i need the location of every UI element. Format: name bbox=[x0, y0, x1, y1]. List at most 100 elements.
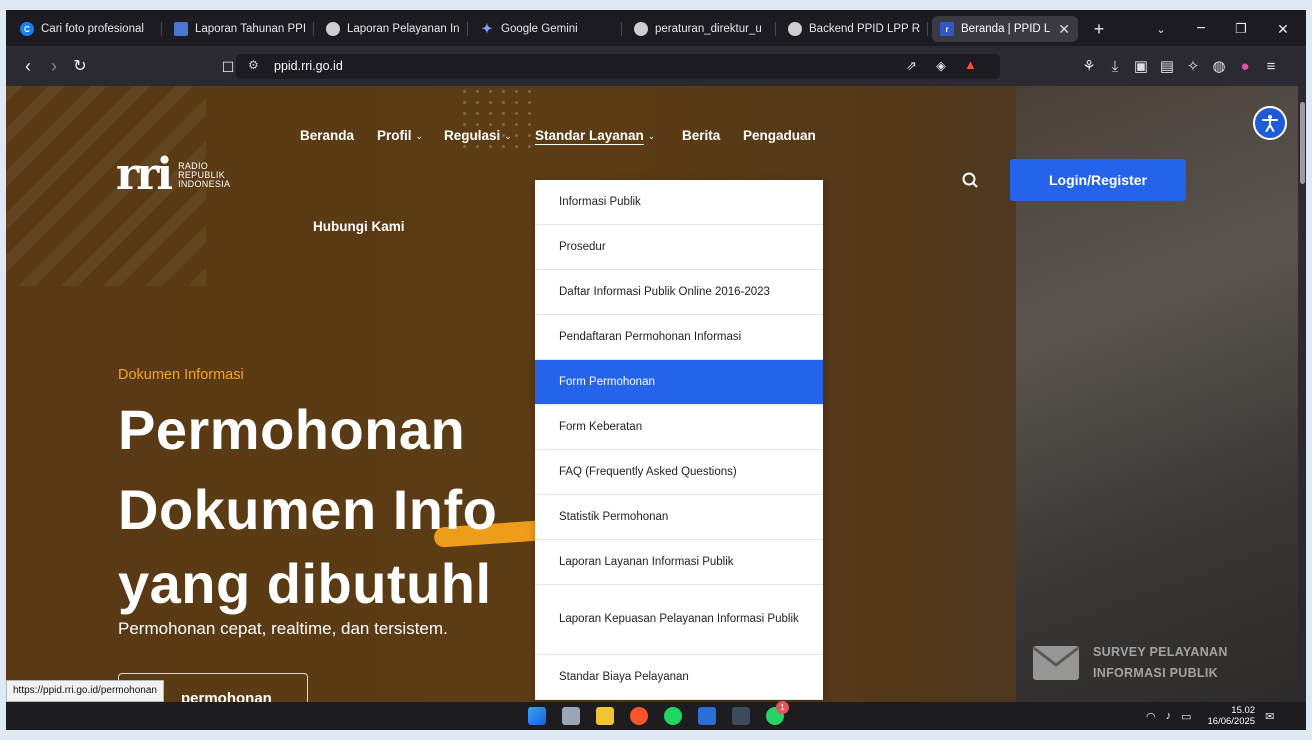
brave-rewards-icon[interactable]: ▲ bbox=[964, 57, 977, 72]
document-icon bbox=[174, 22, 188, 36]
brave-shield-icon[interactable]: ◈ bbox=[936, 58, 946, 74]
dropdown-item-form-permohonan[interactable]: Form Permohonan bbox=[535, 360, 823, 405]
forward-button[interactable]: › bbox=[42, 54, 66, 78]
spotify-icon[interactable] bbox=[664, 707, 682, 725]
word-icon[interactable] bbox=[698, 707, 716, 725]
accessibility-icon[interactable] bbox=[1253, 106, 1287, 140]
tab-canva[interactable]: C Cari foto profesional bbox=[12, 16, 162, 42]
nav-label: Pengaduan bbox=[743, 128, 816, 143]
wifi-icon[interactable]: ◠ bbox=[1146, 710, 1156, 723]
leo-ai-icon[interactable]: ✧ bbox=[1182, 55, 1204, 77]
system-tray: ◠ ♪ ▭ 15.02 16/06/2025 ✉ bbox=[1146, 702, 1274, 730]
clock[interactable]: 15.02 16/06/2025 bbox=[1208, 705, 1256, 727]
nav-berita[interactable]: Berita bbox=[682, 128, 720, 143]
dropdown-item-form-keberatan[interactable]: Form Keberatan bbox=[535, 405, 823, 450]
nav-beranda[interactable]: Beranda bbox=[300, 128, 354, 143]
rri-logo[interactable]: rri RADIO REPUBLIK INDONESIA bbox=[116, 149, 231, 200]
accessibility-figure-icon bbox=[1262, 115, 1278, 132]
extensions-icon[interactable]: ⚘ bbox=[1078, 55, 1100, 77]
share-icon[interactable]: ⇗ bbox=[906, 58, 917, 74]
survey-banner[interactable]: SURVEY PELAYANAN INFORMASI PUBLIK bbox=[1031, 642, 1228, 684]
restore-button[interactable]: ❐ bbox=[1226, 16, 1256, 42]
logo-mark: rri bbox=[116, 149, 173, 200]
globe-icon bbox=[634, 22, 648, 36]
close-tab-icon[interactable]: ✕ bbox=[1058, 21, 1070, 38]
navigation-toolbar: ‹ › ↻ ☐ ⚙ ppid.rri.go.id ⇗ ◈ ▲ ⚘ ⤓ ▣ ▤ ✧… bbox=[6, 46, 1306, 86]
decorative-dots bbox=[458, 86, 536, 156]
hero-title-line-3: yang dibutuhl bbox=[118, 552, 492, 615]
tab-list-chevron-icon[interactable]: ⌄ bbox=[1146, 16, 1176, 42]
survey-line: SURVEY PELAYANAN bbox=[1093, 645, 1228, 659]
rri-icon: r bbox=[940, 22, 954, 36]
download-icon[interactable]: ⤓ bbox=[1104, 55, 1126, 77]
nav-label: Beranda bbox=[300, 128, 355, 143]
dropdown-item-pendaftaran[interactable]: Pendaftaran Permohonan Informasi bbox=[535, 315, 823, 360]
dropdown-item-faq[interactable]: FAQ (Frequently Asked Questions) bbox=[535, 450, 823, 495]
tab-strip: C Cari foto profesional Laporan Tahunan … bbox=[6, 10, 1306, 46]
chevron-down-icon: ⌄ bbox=[647, 131, 656, 141]
nav-hubungi-kami[interactable]: Hubungi Kami bbox=[313, 219, 405, 234]
file-explorer-icon[interactable] bbox=[596, 707, 614, 725]
globe-icon bbox=[326, 22, 340, 36]
profile-icon[interactable]: ● bbox=[1234, 55, 1256, 77]
scrollbar-thumb[interactable] bbox=[1300, 102, 1305, 184]
tab-laporan-pelayanan[interactable]: Laporan Pelayanan In bbox=[318, 16, 468, 42]
tab-beranda[interactable]: r Beranda | PPID L ✕ bbox=[932, 16, 1078, 42]
tab-peraturan[interactable]: peraturan_direktur_u bbox=[626, 16, 776, 42]
back-button[interactable]: ‹ bbox=[16, 54, 40, 78]
new-tab-button[interactable]: + bbox=[1084, 16, 1114, 42]
app-icon[interactable] bbox=[732, 707, 750, 725]
dropdown-item-statistik[interactable]: Statistik Permohonan bbox=[535, 495, 823, 540]
address-bar[interactable]: ⚙ ppid.rri.go.id ⇗ ◈ ▲ bbox=[236, 54, 1000, 79]
canva-icon: C bbox=[20, 22, 34, 36]
standar-layanan-dropdown: Informasi Publik Prosedur Daftar Informa… bbox=[535, 180, 823, 700]
nav-pengaduan[interactable]: Pengaduan bbox=[743, 128, 816, 143]
vpn-icon[interactable]: ◍ bbox=[1208, 55, 1230, 77]
nav-label: Berita bbox=[682, 128, 721, 143]
battery-icon[interactable]: ▭ bbox=[1181, 710, 1191, 723]
nav-label: Standar Layanan bbox=[535, 128, 644, 143]
wallet-icon[interactable]: ▤ bbox=[1156, 55, 1178, 77]
nav-profil[interactable]: Profil ⌄ bbox=[377, 128, 423, 143]
survey-text: SURVEY PELAYANAN INFORMASI PUBLIK bbox=[1093, 642, 1228, 684]
nav-standar-layanan[interactable]: Standar Layanan ⌄ bbox=[535, 128, 655, 143]
minimize-button[interactable]: − bbox=[1186, 16, 1216, 42]
login-register-button[interactable]: Login/Register bbox=[1010, 159, 1186, 201]
tab-title: Beranda | PPID L bbox=[961, 23, 1051, 35]
dropdown-item-laporan-kepuasan[interactable]: Laporan Kepuasan Pelayanan Informasi Pub… bbox=[535, 585, 823, 655]
clock-time: 15.02 bbox=[1231, 705, 1256, 716]
survey-line: INFORMASI PUBLIK bbox=[1093, 666, 1218, 680]
reload-button[interactable]: ↻ bbox=[68, 54, 92, 78]
dropdown-item-standar-biaya[interactable]: Standar Biaya Pelayanan bbox=[535, 655, 823, 700]
search-icon[interactable] bbox=[960, 170, 982, 192]
tab-title: Cari foto profesional bbox=[41, 23, 144, 35]
browser-window: C Cari foto profesional Laporan Tahunan … bbox=[6, 10, 1306, 730]
tab-backend[interactable]: Backend PPID LPP RR bbox=[780, 16, 928, 42]
sidebar-icon[interactable]: ▣ bbox=[1130, 55, 1152, 77]
tab-gemini[interactable]: ✦ Google Gemini bbox=[472, 16, 622, 42]
link-status-bar: https://ppid.rri.go.id/permohonan bbox=[6, 680, 164, 702]
dropdown-item-prosedur[interactable]: Prosedur bbox=[535, 225, 823, 270]
volume-icon[interactable]: ♪ bbox=[1166, 710, 1172, 722]
hero-eyebrow: Dokumen Informasi bbox=[118, 367, 244, 383]
tab-title: Laporan Pelayanan In bbox=[347, 23, 460, 35]
tab-title: Google Gemini bbox=[501, 23, 578, 35]
menu-icon[interactable]: ≡ bbox=[1260, 55, 1282, 77]
chevron-down-icon: ⌄ bbox=[415, 131, 424, 141]
brave-browser-icon[interactable] bbox=[630, 707, 648, 725]
site-settings-icon[interactable]: ⚙ bbox=[248, 58, 259, 72]
nav-label: Profil bbox=[377, 128, 412, 143]
tab-laporan-tahunan[interactable]: Laporan Tahunan PPI bbox=[166, 16, 314, 42]
start-icon[interactable] bbox=[528, 707, 546, 725]
web-page: rri RADIO REPUBLIK INDONESIA Beranda Pro… bbox=[6, 86, 1306, 702]
dropdown-item-informasi-publik[interactable]: Informasi Publik bbox=[535, 180, 823, 225]
nav-regulasi[interactable]: Regulasi ⌄ bbox=[444, 128, 512, 143]
dropdown-item-laporan-layanan[interactable]: Laporan Layanan Informasi Publik bbox=[535, 540, 823, 585]
logo-line: INDONESIA bbox=[178, 178, 231, 189]
whatsapp-icon[interactable]: 1 bbox=[766, 701, 789, 725]
dropdown-item-daftar-informasi[interactable]: Daftar Informasi Publik Online 2016-2023 bbox=[535, 270, 823, 315]
notifications-icon[interactable]: ✉ bbox=[1265, 710, 1274, 723]
task-view-icon[interactable] bbox=[562, 707, 580, 725]
clock-date: 16/06/2025 bbox=[1207, 716, 1256, 727]
close-window-button[interactable]: ✕ bbox=[1268, 16, 1298, 42]
